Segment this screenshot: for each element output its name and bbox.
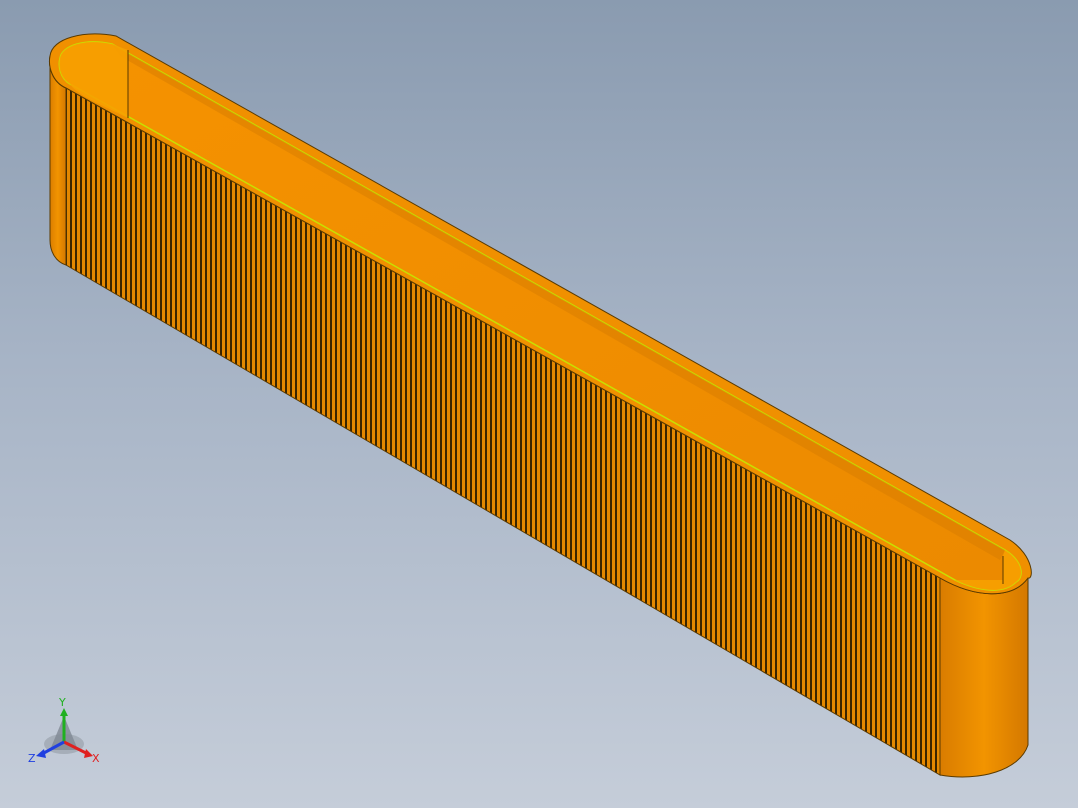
- z-axis-arrow-icon: [36, 749, 46, 758]
- right-end-cap[interactable]: [939, 576, 1029, 778]
- orientation-triad[interactable]: Y X Z: [22, 692, 112, 772]
- model-view[interactable]: [0, 0, 1078, 808]
- y-axis-arrow-icon: [60, 708, 68, 716]
- graphics-viewport[interactable]: Y X Z: [0, 0, 1078, 808]
- z-axis-label: Z: [28, 752, 36, 765]
- y-axis-label: Y: [58, 696, 66, 709]
- x-axis-label: X: [92, 752, 100, 765]
